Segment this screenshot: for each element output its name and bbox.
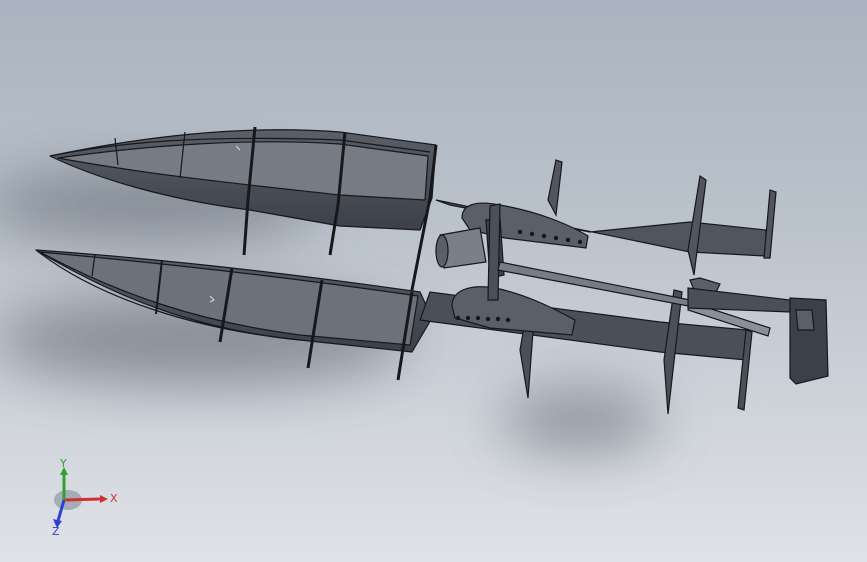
view-orientation-triad[interactable]: X Y Z <box>40 455 130 545</box>
motor-mount-lower[interactable] <box>451 286 576 336</box>
catamaran-frame-model[interactable] <box>0 0 867 562</box>
x-axis-label: X <box>110 492 118 505</box>
x-axis-line <box>63 497 101 502</box>
x-arrow-icon <box>100 495 108 503</box>
z-axis-label: Z <box>52 525 60 538</box>
cad-viewport[interactable]: X Y Z <box>0 0 867 562</box>
y-axis-label: Y <box>59 457 67 470</box>
